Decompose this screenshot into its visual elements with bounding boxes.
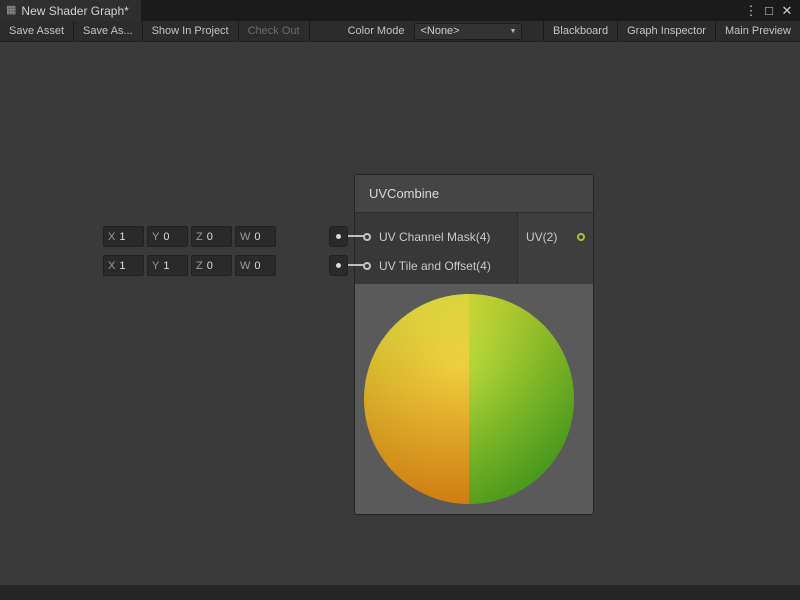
vector-field-x[interactable]: X 1 (103, 226, 144, 247)
vector-field-value[interactable]: 1 (163, 260, 169, 272)
chevron-down-icon: ▼ (510, 28, 517, 35)
vector-field-z[interactable]: Z 0 (191, 255, 232, 276)
vector-field-label[interactable]: X (104, 260, 119, 272)
graph-inspector-toggle-button[interactable]: Graph Inspector (617, 21, 715, 41)
vector-field-z[interactable]: Z 0 (191, 226, 232, 247)
toolbar-right-group: Blackboard Graph Inspector Main Preview (543, 21, 800, 41)
maximize-icon[interactable]: □ (760, 0, 778, 21)
node-port-area: UV Channel Mask(4) UV Tile and Offset(4)… (355, 213, 593, 284)
window-tab-bar: ▦ New Shader Graph* ⋮ □ ✕ (0, 0, 800, 21)
vector4-input-row-2: X 1 Y 1 Z 0 W 0 (103, 255, 348, 276)
vector4-input-row-1: X 1 Y 0 Z 0 W 0 (103, 226, 348, 247)
tab-new-shader-graph[interactable]: ▦ New Shader Graph* (0, 0, 141, 21)
input-port-icon[interactable] (363, 262, 371, 270)
input-port-label: UV Tile and Offset(4) (379, 259, 491, 273)
connector-dot-icon (336, 234, 341, 239)
output-port-label: UV(2) (526, 230, 557, 244)
connector-dot-icon (336, 263, 341, 268)
vector-field-value[interactable]: 0 (254, 231, 260, 243)
input-port-icon[interactable] (363, 233, 371, 241)
vector-field-x[interactable]: X 1 (103, 255, 144, 276)
kebab-menu-icon[interactable]: ⋮ (742, 0, 760, 21)
vector-field-label[interactable]: X (104, 231, 119, 243)
vector-field-label[interactable]: Y (148, 231, 163, 243)
vector-field-label[interactable]: Z (192, 260, 207, 272)
node-preview (355, 284, 593, 514)
preview-sphere (364, 294, 574, 504)
edge-connection-2[interactable] (348, 264, 364, 266)
close-icon[interactable]: ✕ (778, 0, 796, 21)
vector-field-label[interactable]: Z (192, 231, 207, 243)
input-row-uv-tile-offset: UV Tile and Offset(4) (355, 251, 517, 280)
shader-graph-icon: ▦ (6, 5, 16, 16)
check-out-button[interactable]: Check Out (239, 21, 310, 41)
vector-field-label[interactable]: Y (148, 260, 163, 272)
node-title: UVCombine (369, 186, 439, 201)
sphere-right-half (469, 294, 574, 504)
color-mode-label: Color Mode (340, 21, 413, 41)
main-preview-toggle-button[interactable]: Main Preview (715, 21, 800, 41)
color-mode-dropdown[interactable]: <None> ▼ (414, 23, 522, 40)
blackboard-toggle-button[interactable]: Blackboard (543, 21, 617, 41)
vector-field-value[interactable]: 1 (119, 260, 125, 272)
node-input-ports: UV Channel Mask(4) UV Tile and Offset(4) (355, 213, 517, 284)
vector-field-label[interactable]: W (236, 260, 254, 272)
window-controls: ⋮ □ ✕ (742, 0, 800, 21)
edge-connector-stub[interactable] (329, 255, 348, 276)
node-output-ports: UV(2) (517, 213, 593, 284)
save-asset-button[interactable]: Save Asset (0, 21, 74, 41)
vector-field-value[interactable]: 1 (119, 231, 125, 243)
edge-connection-1[interactable] (348, 235, 364, 237)
node-uvcombine[interactable]: UVCombine UV Channel Mask(4) UV Tile and… (355, 175, 593, 514)
save-as-button[interactable]: Save As... (74, 21, 143, 41)
vector-field-value[interactable]: 0 (207, 231, 213, 243)
node-header[interactable]: UVCombine (355, 175, 593, 213)
vector-field-w[interactable]: W 0 (235, 226, 276, 247)
output-row-uv: UV(2) (518, 222, 593, 251)
vector-field-value[interactable]: 0 (163, 231, 169, 243)
input-row-uv-channel-mask: UV Channel Mask(4) (355, 222, 517, 251)
output-port-icon[interactable] (577, 233, 585, 241)
vector-field-value[interactable]: 0 (207, 260, 213, 272)
tab-title: New Shader Graph* (21, 4, 128, 18)
sphere-left-half (364, 294, 469, 504)
vector-field-value[interactable]: 0 (254, 260, 260, 272)
color-mode-selected-value: <None> (420, 25, 459, 37)
vector-field-y[interactable]: Y 0 (147, 226, 188, 247)
vector-field-label[interactable]: W (236, 231, 254, 243)
input-port-label: UV Channel Mask(4) (379, 230, 490, 244)
window-bottom-edge (0, 585, 800, 600)
edge-connector-stub[interactable] (329, 226, 348, 247)
show-in-project-button[interactable]: Show In Project (143, 21, 239, 41)
shader-graph-toolbar: Save Asset Save As... Show In Project Ch… (0, 21, 800, 42)
vector-field-w[interactable]: W 0 (235, 255, 276, 276)
vector-field-y[interactable]: Y 1 (147, 255, 188, 276)
